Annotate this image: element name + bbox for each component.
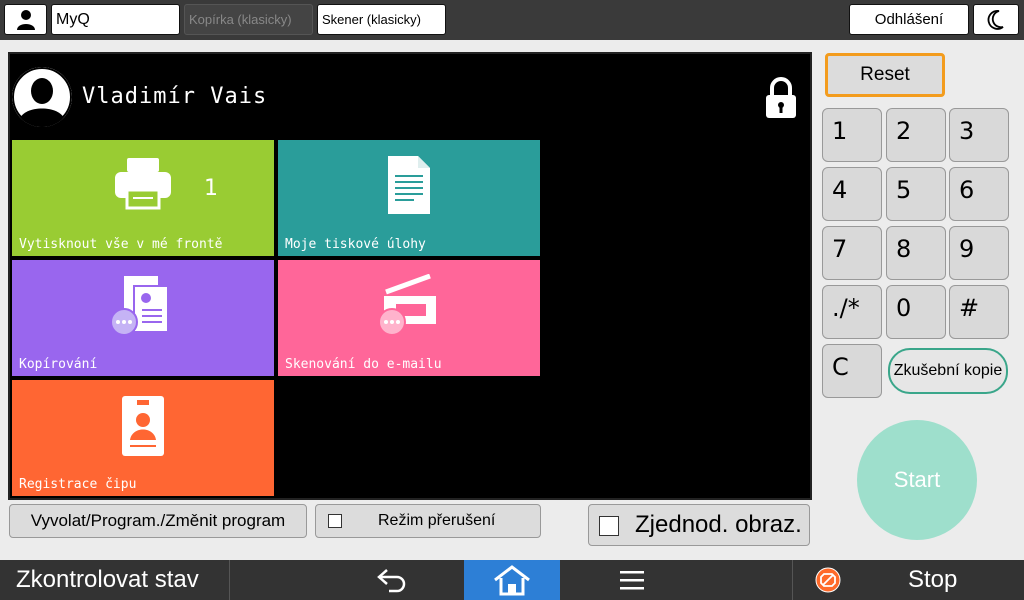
copy-icon xyxy=(110,276,169,336)
key-8[interactable]: 8 xyxy=(886,226,946,280)
key-hash[interactable]: # xyxy=(949,285,1009,339)
interrupt-label: Režim přerušení xyxy=(378,512,496,529)
tile-print-all[interactable]: 1 Vytisknout vše v mé frontě xyxy=(12,140,274,256)
back-arrow-icon xyxy=(377,569,406,593)
user-name: Vladimír Vais xyxy=(82,84,268,109)
stop-label: Stop xyxy=(908,566,958,593)
bottom-bar: Zkontrolovat stav Stop xyxy=(0,560,1024,600)
start-button[interactable]: Start xyxy=(857,420,977,540)
avatar xyxy=(12,67,72,127)
simple-screen-checkbox xyxy=(599,516,619,536)
scanner-icon xyxy=(378,274,436,336)
top-bar: MyQ Kopírka (klasicky) Skener (klasicky)… xyxy=(0,0,1024,40)
interrupt-mode-button[interactable]: Režim přerušení xyxy=(315,504,541,538)
tile-copy[interactable]: Kopírování xyxy=(12,260,274,376)
tile-label: Moje tiskové úlohy xyxy=(285,237,426,252)
key-3[interactable]: 3 xyxy=(949,108,1009,162)
key-clear[interactable]: C xyxy=(822,344,882,398)
stop-button[interactable]: Stop xyxy=(792,560,1024,600)
interrupt-checkbox xyxy=(328,514,342,528)
key-2[interactable]: 2 xyxy=(886,108,946,162)
menu-button[interactable] xyxy=(612,564,652,596)
recall-program-button[interactable]: Vyvolat/Program./Změnit program xyxy=(9,504,307,538)
lock-icon[interactable] xyxy=(764,76,798,120)
user-avatar-icon xyxy=(12,67,72,127)
tab-scanner[interactable]: Skener (klasicky) xyxy=(317,4,446,35)
tile-label: Skenování do e-mailu xyxy=(285,357,442,372)
key-5[interactable]: 5 xyxy=(886,167,946,221)
user-button[interactable] xyxy=(4,4,47,35)
energy-saver-button[interactable] xyxy=(973,4,1019,35)
key-9[interactable]: 9 xyxy=(949,226,1009,280)
key-dot-star[interactable]: ./* xyxy=(822,285,882,339)
queue-count: 1 xyxy=(204,176,218,201)
tab-myq[interactable]: MyQ xyxy=(51,4,180,35)
key-4[interactable]: 4 xyxy=(822,167,882,221)
check-status-button[interactable]: Zkontrolovat stav xyxy=(0,560,230,600)
myq-panel: Vladimír Vais 1 Vytisknout vše v mé fron… xyxy=(8,52,812,500)
trial-copy-button[interactable]: Zkušební kopie xyxy=(888,348,1008,394)
menu-icon xyxy=(620,571,644,590)
simple-screen-button[interactable]: Zjednod. obraz. xyxy=(588,504,810,546)
tab-copier[interactable]: Kopírka (klasicky) xyxy=(184,4,313,35)
tile-label: Registrace čipu xyxy=(19,477,137,492)
tile-chip-registration[interactable]: Registrace čipu xyxy=(12,380,274,496)
key-7[interactable]: 7 xyxy=(822,226,882,280)
moon-icon xyxy=(987,9,1004,30)
key-1[interactable]: 1 xyxy=(822,108,882,162)
tile-label: Kopírování xyxy=(19,357,98,372)
user-icon xyxy=(16,9,35,30)
home-button[interactable] xyxy=(464,560,560,600)
simple-screen-label: Zjednod. obraz. xyxy=(635,511,802,538)
key-0[interactable]: 0 xyxy=(886,285,946,339)
id-card-icon xyxy=(122,396,164,456)
key-6[interactable]: 6 xyxy=(949,167,1009,221)
tile-scan-to-email[interactable]: Skenování do e-mailu xyxy=(278,260,540,376)
printer-icon xyxy=(115,158,171,210)
back-button[interactable] xyxy=(372,564,412,596)
tile-my-print-jobs[interactable]: Moje tiskové úlohy xyxy=(278,140,540,256)
logout-button[interactable]: Odhlášení xyxy=(849,4,969,35)
stop-icon xyxy=(815,567,841,593)
home-icon xyxy=(494,565,530,596)
reset-button[interactable]: Reset xyxy=(825,53,945,97)
tile-label: Vytisknout vše v mé frontě xyxy=(19,237,223,252)
document-icon xyxy=(388,156,430,214)
